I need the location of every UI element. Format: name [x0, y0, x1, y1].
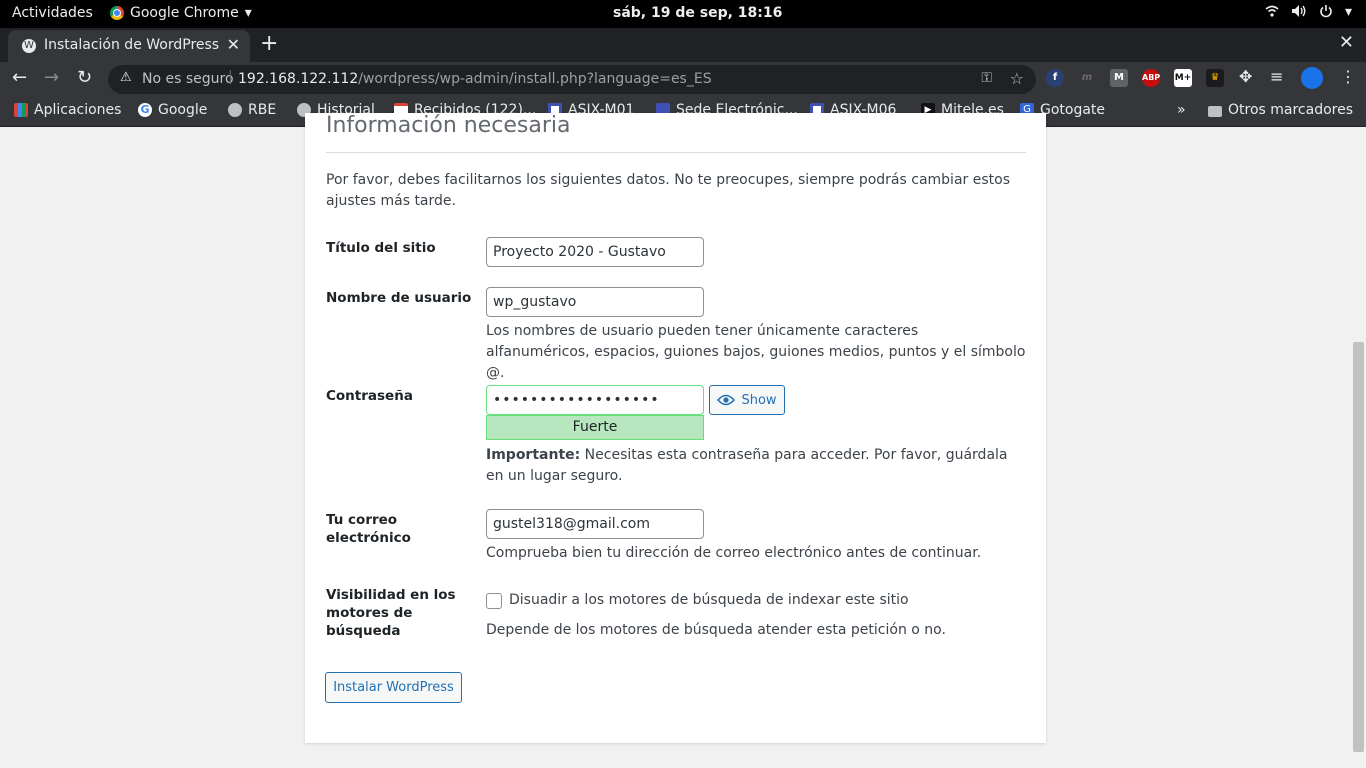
- security-label[interactable]: No es seguro: [142, 71, 234, 87]
- site-title-label: Título del sitio: [326, 240, 436, 256]
- bookmark-rbe[interactable]: RBE: [228, 102, 276, 118]
- tab-title: Instalación de WordPress: [44, 37, 220, 53]
- back-arrow-icon[interactable]: ←: [12, 67, 27, 88]
- bookmark-apps[interactable]: Aplicaciones: [14, 102, 121, 118]
- url-path: /wordpress/wp-admin/install.php?language…: [358, 71, 712, 87]
- power-icon: [1319, 4, 1333, 22]
- bookmark-label: Aplicaciones: [34, 102, 122, 118]
- install-wordpress-button[interactable]: Instalar WordPress: [325, 672, 462, 703]
- page-viewport: Información necesaria Por favor, debes f…: [0, 113, 1352, 768]
- app-menu-label: Google Chrome: [130, 5, 239, 21]
- google-g-icon: G: [138, 103, 152, 117]
- puzzle-extensions-icon[interactable]: ✥: [1239, 67, 1252, 86]
- app-menu[interactable]: Google Chrome ▾: [110, 5, 252, 21]
- search-visibility-help: Depende de los motores de búsqueda atend…: [486, 622, 946, 638]
- bookmark-label: Gotogate: [1040, 102, 1106, 118]
- omnibox-divider: |: [228, 69, 233, 85]
- activities-button[interactable]: Actividades: [12, 5, 93, 21]
- profile-avatar[interactable]: [1301, 67, 1323, 89]
- key-icon[interactable]: ⚿: [981, 70, 992, 86]
- url-host: 192.168.122.112: [238, 71, 359, 87]
- site-title-input[interactable]: [486, 237, 704, 267]
- adblock-plus-icon[interactable]: ABP: [1142, 69, 1160, 87]
- password-input[interactable]: [486, 385, 704, 415]
- password-strength-meter: Fuerte: [486, 415, 704, 440]
- bookmark-label: RBE: [248, 102, 277, 118]
- window-close-button[interactable]: ✕: [1339, 32, 1354, 53]
- apps-grid-icon: [14, 103, 28, 117]
- forward-arrow-icon[interactable]: →: [44, 67, 59, 88]
- chevron-down-icon: ▾: [244, 5, 252, 21]
- discourage-search-checkbox[interactable]: [486, 593, 502, 609]
- more-menu-icon[interactable]: ⋮: [1340, 67, 1356, 86]
- install-form-card: Información necesaria Por favor, debes f…: [305, 113, 1046, 743]
- m-extension-icon[interactable]: m: [1078, 69, 1096, 87]
- reload-icon[interactable]: ↻: [77, 67, 92, 88]
- chevron-down-icon: ▾: [1344, 4, 1352, 20]
- close-tab-icon[interactable]: ✕: [227, 35, 240, 54]
- intro-text: Por favor, debes facilitarnos los siguie…: [326, 172, 1010, 209]
- new-tab-button[interactable]: +: [260, 31, 278, 56]
- gmail-extension-icon[interactable]: M: [1110, 69, 1128, 87]
- username-input[interactable]: [486, 287, 704, 317]
- password-help: Importante: Necesitas esta contraseña pa…: [486, 445, 1026, 487]
- volume-icon: [1291, 4, 1307, 22]
- username-help: Los nombres de usuario pueden tener únic…: [486, 323, 1026, 381]
- address-bar[interactable]: ⚠ No es seguro | 192.168.122.112/wordpre…: [108, 65, 1036, 94]
- fedora-extension-icon[interactable]: f: [1046, 69, 1064, 87]
- clock[interactable]: sáb, 19 de sep, 18:16: [613, 5, 782, 21]
- wordpress-favicon-icon: W: [22, 39, 36, 53]
- username-label: Nombre de usuario: [326, 290, 472, 306]
- warning-icon[interactable]: ⚠: [120, 70, 132, 85]
- url-text[interactable]: 192.168.122.112/wordpress/wp-admin/insta…: [238, 71, 712, 87]
- email-label: Tu correo electrónico: [326, 512, 411, 546]
- password-label: Contraseña: [326, 388, 413, 404]
- password-help-strong: Importante:: [486, 447, 581, 463]
- bookmark-label: Google: [158, 102, 208, 118]
- show-password-button[interactable]: Show: [709, 385, 785, 415]
- show-password-label: Show: [741, 392, 777, 408]
- scrollbar-thumb[interactable]: [1353, 342, 1364, 752]
- globe-icon: [228, 103, 242, 117]
- wifi-icon: [1265, 4, 1279, 22]
- bookmark-google[interactable]: G Google: [138, 102, 207, 118]
- email-input[interactable]: [486, 509, 704, 539]
- eye-icon: [717, 394, 736, 406]
- browser-toolbar: ← → ↻ ⚠ No es seguro | 192.168.122.112/w…: [0, 62, 1366, 96]
- discourage-search-label[interactable]: Disuadir a los motores de búsqueda de in…: [509, 590, 1049, 611]
- page-title: Información necesaria: [326, 113, 1026, 153]
- bookmark-other[interactable]: Otros marcadores: [1208, 102, 1353, 118]
- page-scrollbar[interactable]: [1352, 127, 1366, 768]
- crown-extension-icon[interactable]: ♛: [1206, 69, 1224, 87]
- tab-strip: W Instalación de WordPress ✕ + ✕: [0, 28, 1366, 62]
- media-queue-icon[interactable]: ≡: [1270, 67, 1283, 86]
- system-tray[interactable]: ▾: [1265, 4, 1352, 22]
- search-visibility-label: Visibilidad en los motores de búsqueda: [326, 587, 456, 639]
- chrome-icon: [110, 6, 124, 20]
- system-top-bar: Actividades Google Chrome ▾ sáb, 19 de s…: [0, 0, 1366, 28]
- tab-wordpress-install[interactable]: W Instalación de WordPress ✕: [8, 30, 250, 62]
- bookmark-star-icon[interactable]: ☆: [1010, 69, 1024, 88]
- movistar-plus-icon[interactable]: M+: [1174, 69, 1192, 87]
- bookmark-label: Otros marcadores: [1228, 102, 1354, 118]
- bookmarks-overflow-button[interactable]: »: [1177, 102, 1186, 118]
- email-help: Comprueba bien tu dirección de correo el…: [486, 545, 982, 561]
- folder-icon: [1208, 105, 1222, 117]
